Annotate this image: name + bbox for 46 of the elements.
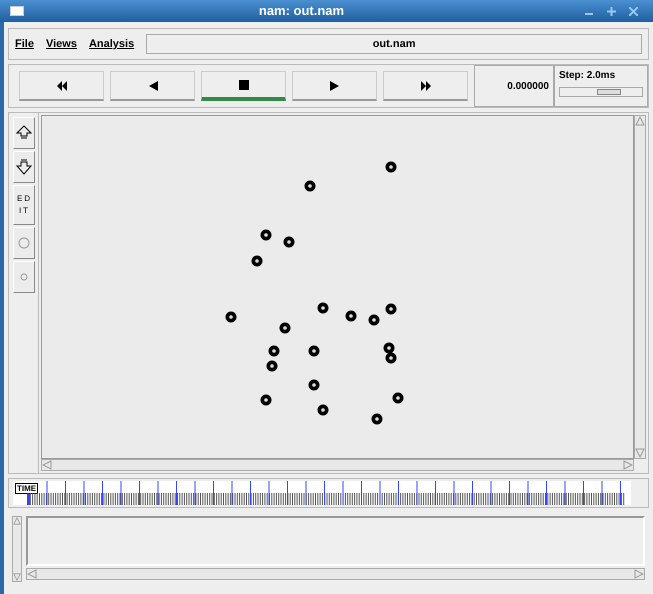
window-menu-icon[interactable] — [10, 6, 24, 16]
scroll-up-icon[interactable] — [13, 517, 21, 525]
menu-item[interactable]: File — [15, 36, 34, 52]
edit-button[interactable]: EDIT — [12, 185, 34, 225]
step-slider[interactable] — [559, 87, 643, 97]
scroll-left-icon[interactable] — [42, 460, 52, 470]
scroll-right-icon[interactable] — [623, 460, 633, 470]
horizontal-scrollbar[interactable] — [41, 459, 634, 471]
arrow-up-icon — [16, 125, 32, 141]
stop-button[interactable] — [201, 71, 286, 101]
slider-thumb[interactable] — [597, 89, 622, 95]
back-button[interactable] — [110, 71, 195, 101]
horizontal-scrollbar[interactable] — [26, 568, 645, 580]
node-tool-button[interactable] — [12, 227, 34, 259]
scroll-down-icon[interactable] — [13, 573, 21, 581]
time-marker[interactable] — [27, 494, 30, 505]
scroll-left-icon[interactable] — [27, 569, 37, 579]
scroll-up-icon[interactable] — [635, 116, 645, 126]
file-name-field: out.nam — [146, 34, 642, 54]
scroll-right-icon[interactable] — [634, 569, 644, 579]
stop-icon — [238, 78, 250, 90]
forward-button[interactable] — [383, 71, 468, 101]
scroll-down-icon[interactable] — [635, 448, 645, 458]
play-button[interactable] — [292, 71, 377, 101]
menu-item[interactable]: Views — [46, 36, 77, 52]
small-node-tool-button[interactable] — [12, 261, 34, 293]
rewind-button[interactable] — [19, 71, 104, 101]
small-circle-icon — [20, 273, 28, 281]
vertical-scrollbar[interactable] — [12, 516, 22, 582]
play-backward-icon — [146, 80, 158, 92]
zoom-out-button[interactable] — [12, 151, 34, 183]
rewind-icon — [56, 80, 68, 92]
circle-icon — [18, 237, 30, 249]
plus-icon — [606, 6, 616, 16]
play-icon — [328, 80, 340, 92]
arrow-down-icon — [16, 159, 32, 175]
close-icon — [628, 6, 638, 16]
time-label: TIME — [15, 483, 38, 494]
window-title: nam: out.nam — [258, 2, 346, 20]
fast-forward-icon — [420, 80, 432, 92]
step-label: Step: 2.0ms — [559, 69, 616, 83]
time-display: 0.000000 — [474, 65, 554, 107]
menu-item[interactable]: Analysis — [88, 36, 134, 52]
vertical-scrollbar[interactable] — [634, 115, 646, 459]
zoom-in-button[interactable] — [12, 117, 34, 149]
timeline[interactable]: TIME — [8, 478, 649, 508]
